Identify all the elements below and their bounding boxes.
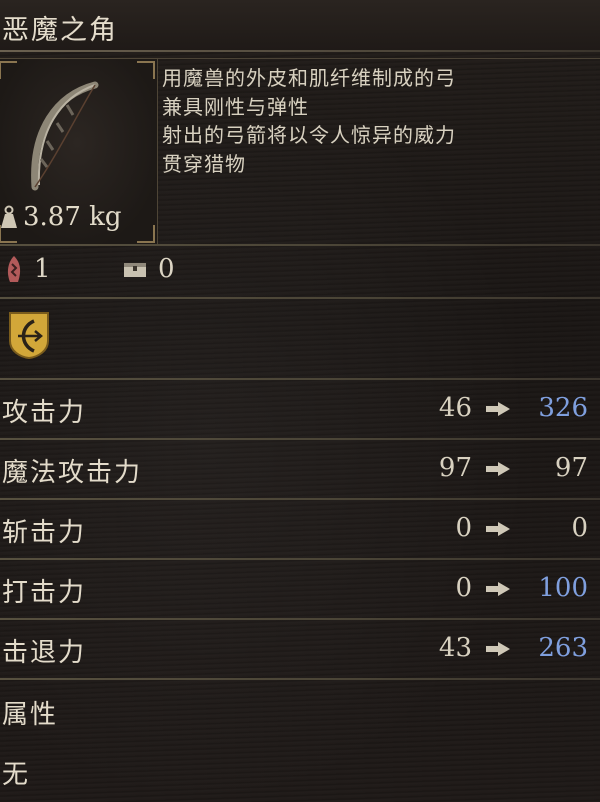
row-divider	[0, 678, 600, 680]
arrow-right-icon	[486, 582, 510, 596]
attribute-label: 属性	[2, 700, 59, 730]
stat-row-strike: 打击力 0 100	[0, 560, 600, 618]
description-top-divider	[152, 58, 600, 59]
frame-corner	[137, 225, 155, 243]
bow-icon	[31, 81, 99, 191]
storage-chest-icon	[124, 263, 146, 277]
storage-count-value: 0	[158, 254, 175, 284]
storage-count: 0	[122, 254, 175, 284]
arrow-right-icon	[486, 402, 510, 416]
stat-base-value: 0	[455, 513, 472, 543]
stat-base-value: 43	[438, 633, 472, 663]
stat-new-value: 0	[571, 513, 588, 543]
item-weight: 3.87 kg	[23, 202, 122, 232]
row-divider	[0, 297, 600, 299]
enhance-count-value: 1	[34, 254, 51, 284]
frame-corner	[0, 61, 17, 79]
attribute-row: 属性	[0, 682, 600, 740]
row-divider	[0, 244, 600, 246]
description-line: 贯穿猎物	[162, 151, 246, 176]
stat-new-value: 326	[538, 393, 588, 423]
item-image-frame: 3.87 kg	[0, 58, 158, 246]
description-line: 射出的弓箭将以令人惊异的威力	[162, 123, 456, 147]
weight-icon	[1, 205, 17, 228]
stat-row-knockback: 击退力 43 263	[0, 620, 600, 678]
stat-row-slash: 斩击力 0 0	[0, 500, 600, 558]
frame-corner	[137, 61, 155, 79]
stat-label: 打击力	[2, 578, 87, 608]
stat-row-attack: 攻击力 46 326	[0, 380, 600, 438]
stat-label: 击退力	[2, 638, 87, 668]
title-divider	[0, 50, 600, 52]
stat-new-value: 263	[538, 633, 588, 663]
stat-label: 斩击力	[2, 518, 87, 548]
stat-base-value: 0	[455, 573, 472, 603]
item-name: 恶魔之角	[2, 15, 118, 46]
stat-row-magic-attack: 魔法攻击力 97 97	[0, 440, 600, 498]
stat-new-value: 97	[554, 453, 588, 483]
stat-new-value: 100	[538, 573, 588, 603]
bow-class-badge-icon	[9, 312, 49, 359]
weight-row: 3.87 kg	[0, 199, 122, 235]
attribute-value-row: 无	[0, 742, 600, 800]
title-bar: 恶魔之角	[0, 0, 600, 50]
enhance-icon	[7, 256, 21, 282]
stat-label: 魔法攻击力	[2, 458, 143, 488]
stat-base-value: 46	[438, 393, 472, 423]
arrow-right-icon	[486, 522, 510, 536]
arrow-right-icon	[486, 642, 510, 656]
item-description: 用魔兽的外皮和肌纤维制成的弓 兼具刚性与弹性 射出的弓箭将以令人惊异的威力 贯穿…	[162, 64, 592, 178]
attribute-value: 无	[2, 760, 31, 790]
description-line: 用魔兽的外皮和肌纤维制成的弓	[162, 66, 456, 90]
stat-base-value: 97	[438, 453, 472, 483]
count-row: 1 0	[0, 250, 600, 290]
description-line: 兼具刚性与弹性	[162, 94, 309, 119]
enhance-count: 1	[4, 254, 51, 284]
arrow-right-icon	[486, 462, 510, 476]
stat-label: 攻击力	[2, 398, 87, 428]
